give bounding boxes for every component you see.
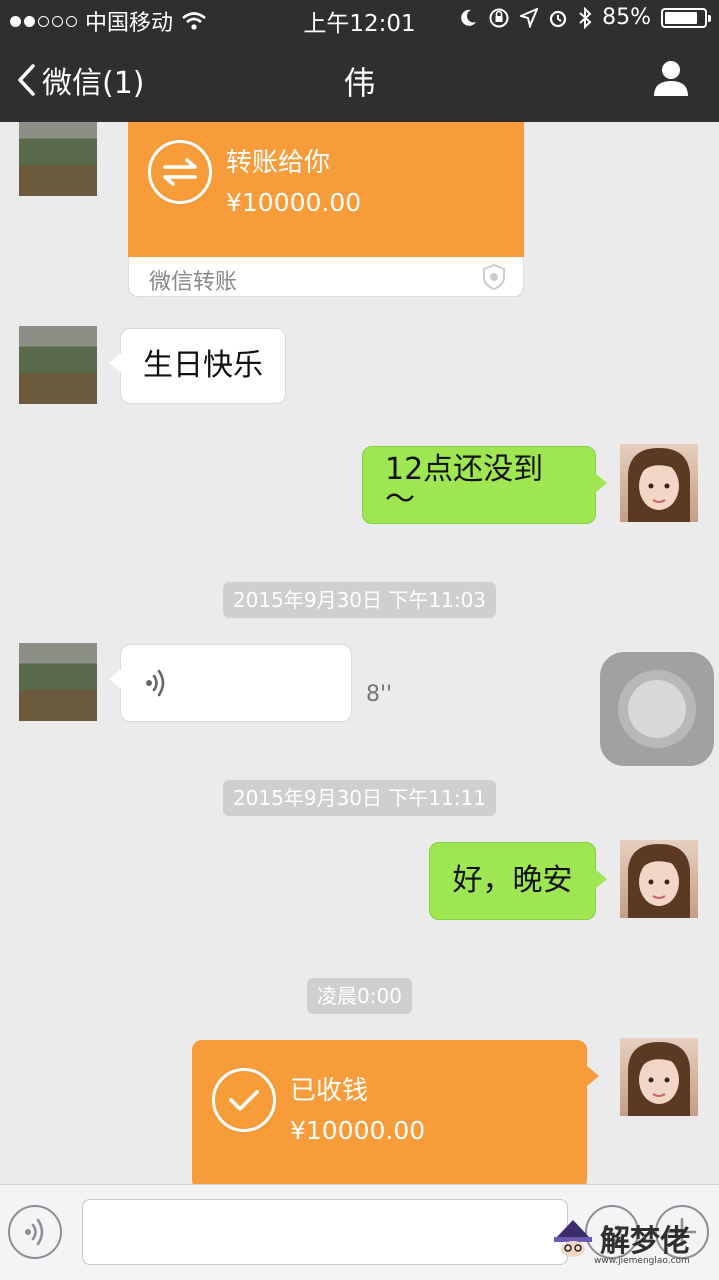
chat-message-list[interactable]: 转账给你 ¥10000.00 微信转账 生日快乐 12点还没到～ 2015年9月… xyxy=(0,122,719,1184)
timestamp-text: 2015年9月30日 下午11:11 xyxy=(222,780,497,816)
transfer-card-received[interactable]: 已收钱 ¥10000.00 xyxy=(192,1040,587,1184)
watermark-text: 解梦佬 xyxy=(600,1224,690,1259)
voice-wave-icon xyxy=(25,1218,44,1246)
voice-input-button[interactable] xyxy=(8,1205,62,1259)
contact-avatar[interactable] xyxy=(19,643,97,721)
message-text: 12点还没到～ xyxy=(385,452,544,517)
contact-avatar[interactable] xyxy=(19,326,97,404)
orientation-lock-icon xyxy=(489,8,509,27)
battery-level-fill xyxy=(665,11,697,24)
contact-avatar[interactable] xyxy=(19,122,97,196)
transfer-title: 转账给你 xyxy=(226,148,331,178)
message-text: 生日快乐 xyxy=(143,348,263,383)
transfer-title: 已收钱 xyxy=(290,1076,369,1106)
message-bubble-outgoing[interactable]: 好，晚安 xyxy=(429,842,607,920)
my-avatar[interactable] xyxy=(620,840,698,918)
wizard-hat-icon xyxy=(554,1220,592,1257)
timestamp-divider: 2015年9月30日 下午11:03 xyxy=(0,582,719,618)
my-avatar[interactable] xyxy=(620,444,698,522)
battery-icon xyxy=(661,7,711,28)
voice-message-bubble[interactable] xyxy=(109,644,352,722)
alarm-icon xyxy=(549,10,567,27)
watermark-url: www.jiemenglao.com xyxy=(594,1256,690,1266)
profile-icon[interactable] xyxy=(651,58,691,98)
assistive-touch-button[interactable] xyxy=(600,652,714,766)
message-text-input[interactable] xyxy=(82,1199,568,1265)
voice-wave-icon xyxy=(146,669,165,697)
transfer-amount: ¥10000.00 xyxy=(226,188,362,217)
bubble-tail xyxy=(587,1066,599,1086)
chat-title: 伟 xyxy=(343,64,376,102)
message-text: 好，晚安 xyxy=(452,863,573,898)
transfer-amount: ¥10000.00 xyxy=(290,1116,426,1145)
timestamp-divider: 凌晨0:00 xyxy=(0,978,719,1014)
timestamp-text: 凌晨0:00 xyxy=(307,978,412,1014)
voice-duration: 8'' xyxy=(366,682,393,707)
chat-header: 微信(1) 伟 xyxy=(0,36,719,122)
timestamp-divider: 2015年9月30日 下午11:11 xyxy=(0,780,719,816)
transfer-card-incoming[interactable]: 转账给你 ¥10000.00 微信转账 xyxy=(128,122,524,297)
timestamp-text: 2015年9月30日 下午11:03 xyxy=(222,582,497,618)
watermark-logo: 解梦佬 www.jiemenglao.com xyxy=(552,1216,690,1266)
transfer-footer-label: 微信转账 xyxy=(149,270,238,295)
my-avatar[interactable] xyxy=(620,1038,698,1116)
battery-percentage: 85% xyxy=(602,5,651,30)
location-icon xyxy=(520,7,539,28)
transfer-arrows-icon xyxy=(148,140,212,204)
message-bubble-outgoing[interactable]: 12点还没到～ xyxy=(362,446,607,524)
checkmark-icon xyxy=(212,1068,276,1132)
status-bar: 中国移动 上午12:01 85% xyxy=(0,0,719,37)
moon-icon xyxy=(461,9,477,26)
message-bubble-incoming[interactable]: 生日快乐 xyxy=(109,328,286,404)
shield-icon xyxy=(483,263,505,291)
bluetooth-icon xyxy=(579,6,592,29)
